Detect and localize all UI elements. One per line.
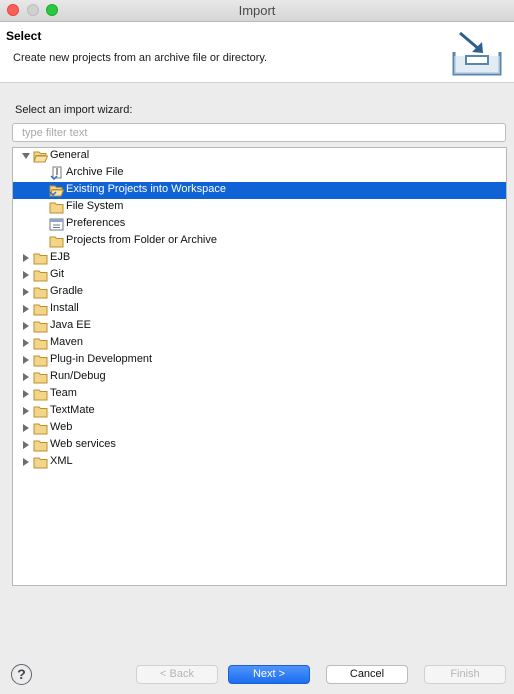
tree-item-label: Plug-in Development [50,353,153,365]
collapsed-arrow-icon[interactable] [21,389,31,399]
tree-item-run-debug[interactable]: Run/Debug [13,369,506,386]
page-description: Create new projects from an archive file… [13,52,268,64]
next-button[interactable]: Next > [228,665,310,684]
tree-item-web-services[interactable]: Web services [13,437,506,454]
select-wizard-label: Select an import wizard: [15,104,133,116]
folder-icon [33,304,48,316]
help-button[interactable]: ? [11,664,32,685]
tree-item-xml[interactable]: XML [13,454,506,471]
collapsed-arrow-icon[interactable] [21,253,31,263]
back-button[interactable]: < Back [136,665,218,684]
tree-item-install[interactable]: Install [13,301,506,318]
tree-item-label: Projects from Folder or Archive [66,234,217,246]
folder-icon [33,389,48,401]
tree-item-existing-projects[interactable]: Existing Projects into Workspace [13,182,506,199]
tree-item-label: Preferences [66,217,126,229]
tree-item-gradle[interactable]: Gradle [13,284,506,301]
tree-item-label: Maven [50,336,84,348]
tree-item-label: Run/Debug [50,370,106,382]
tree-item-web[interactable]: Web [13,420,506,437]
folder-icon [33,355,48,367]
folder-icon [33,406,48,418]
folder-icon [49,202,64,214]
tree-item-label: Web [50,421,73,433]
tree-item-file-system[interactable]: File System [13,199,506,216]
folder-icon [33,457,48,469]
collapsed-arrow-icon[interactable] [21,406,31,416]
tree-item-label: TextMate [50,404,95,416]
folder-icon [33,423,48,435]
folder-icon [33,287,48,299]
tree-item-preferences[interactable]: Preferences [13,216,506,233]
collapsed-arrow-icon[interactable] [21,457,31,467]
tree-item-java-ee[interactable]: Java EE [13,318,506,335]
tree-item-label: XML [50,455,73,467]
tree-item-archive-file[interactable]: Archive File [13,165,506,182]
tree-item-projects-from-folder[interactable]: Projects from Folder or Archive [13,233,506,250]
tree-item-plug-in-development[interactable]: Plug-in Development [13,352,506,369]
collapsed-arrow-icon[interactable] [21,423,31,433]
collapsed-arrow-icon[interactable] [21,321,31,331]
folder-icon [33,440,48,452]
tree-item-git[interactable]: Git [13,267,506,284]
expanded-arrow-icon[interactable] [21,151,31,161]
preferences-icon [49,218,64,231]
collapsed-arrow-icon[interactable] [21,270,31,280]
cancel-button[interactable]: Cancel [326,665,408,684]
folder-icon [33,270,48,282]
tree-item-label: Java EE [50,319,91,331]
collapsed-arrow-icon[interactable] [21,372,31,382]
collapsed-arrow-icon[interactable] [21,287,31,297]
folder-icon [33,253,48,265]
folder-open-icon [33,151,48,163]
collapsed-arrow-icon[interactable] [21,440,31,450]
collapsed-arrow-icon[interactable] [21,304,31,314]
wizard-header: Select Create new projects from an archi… [0,22,514,83]
tree-item-label: Install [50,302,79,314]
folder-icon [33,338,48,350]
window-title: Import [238,3,276,18]
tree-item-label: File System [66,200,124,212]
import-banner-icon [452,31,502,76]
title-bar: Import [0,0,514,22]
tree-item-label: Gradle [50,285,84,297]
collapsed-arrow-icon[interactable] [21,355,31,365]
folder-icon [33,372,48,384]
tree-item-label: EJB [50,251,71,263]
tree-item-label: Archive File [66,166,124,178]
tree-item-textmate[interactable]: TextMate [13,403,506,420]
tree-item-ejb[interactable]: EJB [13,250,506,267]
folder-icon [49,236,64,248]
wizard-tree[interactable]: General Archive File Existing Projects int… [12,147,507,586]
tree-item-label: Existing Projects into Workspace [66,183,226,195]
folder-icon [33,321,48,333]
archive-file-icon [50,166,62,180]
tree-item-label: Web services [50,438,116,450]
page-title: Select [6,29,42,43]
filter-input[interactable] [12,123,506,142]
collapsed-arrow-icon[interactable] [21,338,31,348]
tree-item-label: Git [50,268,65,280]
tree-item-label: Team [50,387,77,399]
existing-projects-icon [49,185,64,197]
tree-item-general[interactable]: General [13,148,506,165]
tree-item-team[interactable]: Team [13,386,506,403]
tree-item-label: General [50,149,90,161]
finish-button[interactable]: Finish [424,665,506,684]
tree-item-maven[interactable]: Maven [13,335,506,352]
